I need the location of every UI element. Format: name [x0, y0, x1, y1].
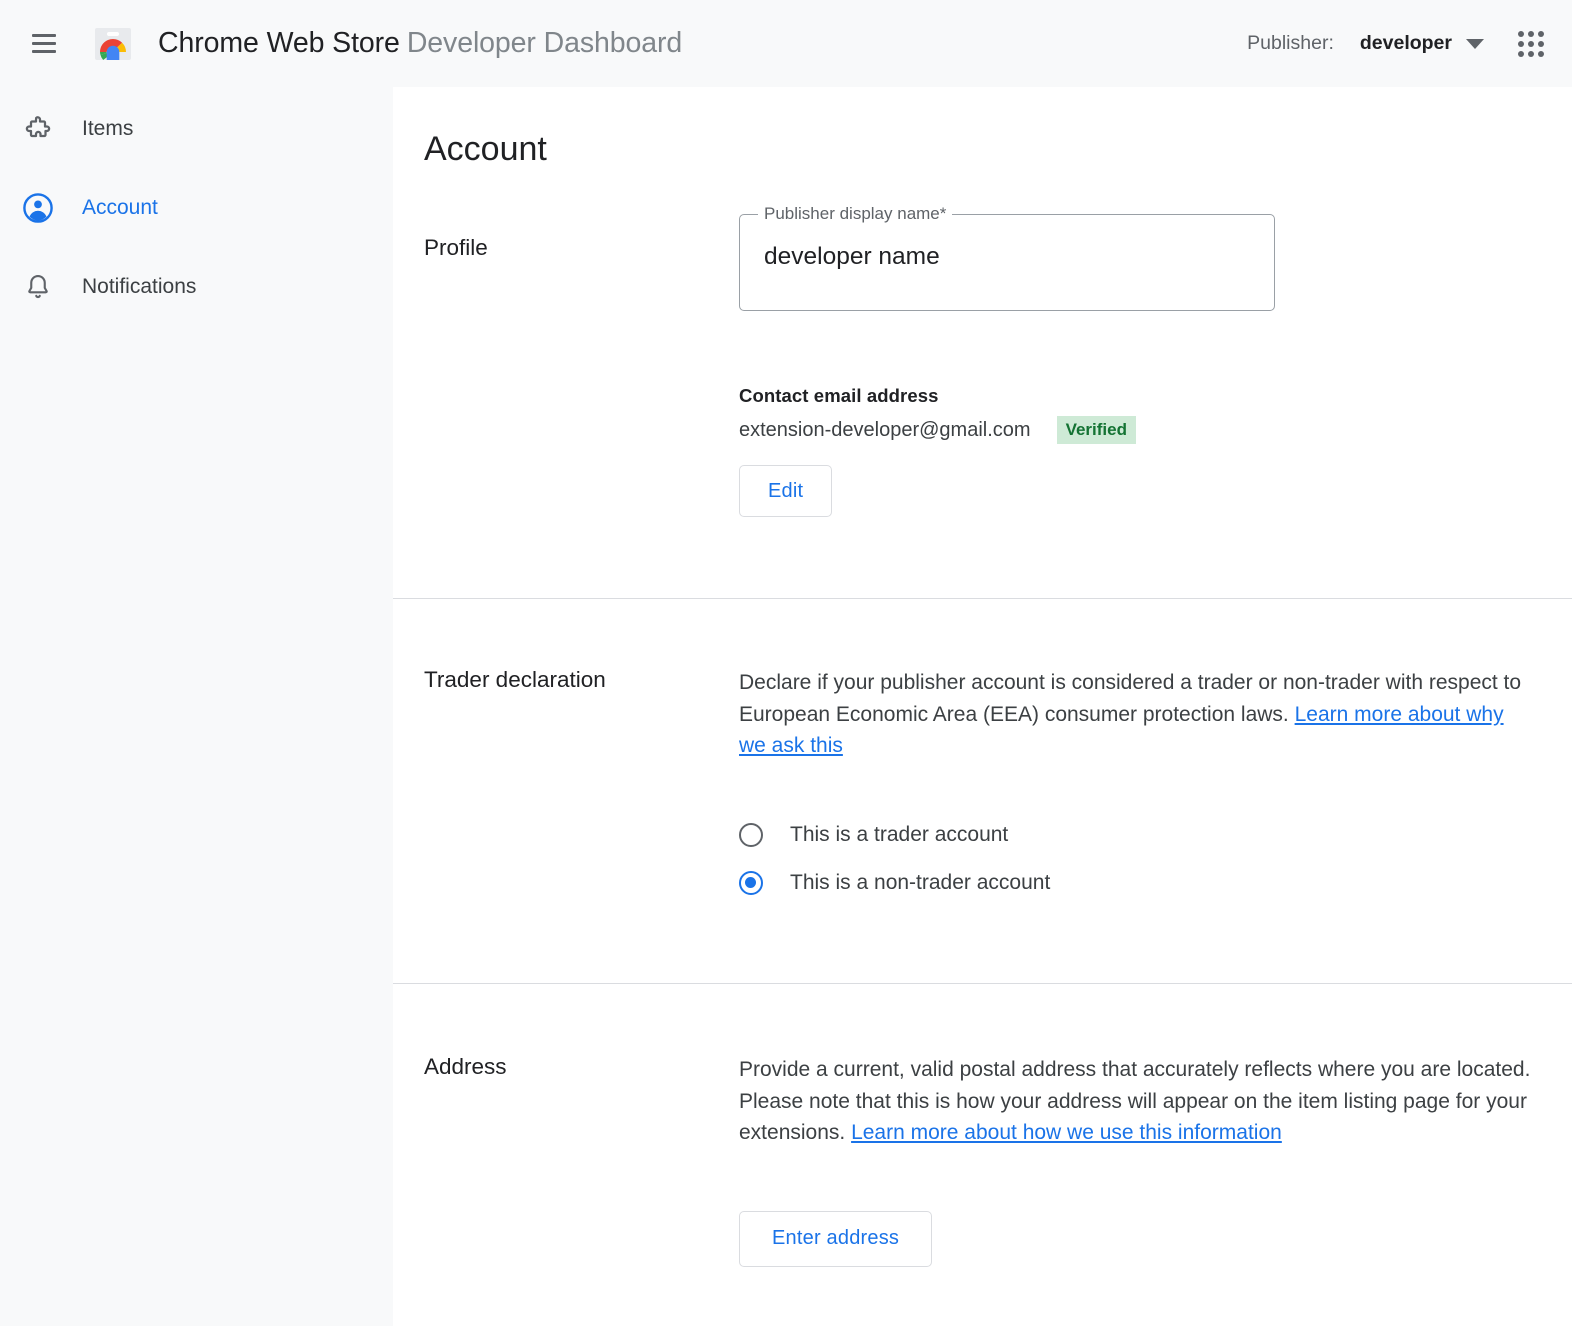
grid-dot	[1538, 51, 1544, 57]
publisher-selector[interactable]: developer	[1360, 32, 1452, 55]
contact-email-row: extension-developer@gmail.com Verified	[739, 416, 1275, 444]
grid-dot	[1538, 31, 1544, 37]
sidebar-item-account[interactable]: Account	[0, 180, 393, 236]
main-content: Account Profile Publisher display name* …	[393, 87, 1572, 1326]
grid-dot	[1538, 41, 1544, 47]
account-circle-icon	[18, 188, 58, 228]
profile-section-body: Publisher display name* Contact email ad…	[739, 214, 1275, 517]
sidebar-nav: Items Account Notifications	[0, 87, 393, 1326]
grid-dot	[1518, 51, 1524, 57]
sidebar-item-label: Notifications	[82, 275, 196, 299]
grid-dot	[1518, 41, 1524, 47]
address-section-label: Address	[424, 1054, 507, 1080]
radio-option-label: This is a trader account	[790, 823, 1008, 847]
brand-primary: Chrome Web Store	[158, 27, 400, 59]
trader-description: Declare if your publisher account is con…	[739, 667, 1529, 762]
radio-unchecked-icon[interactable]	[739, 823, 763, 847]
address-section-body: Provide a current, valid postal address …	[739, 1054, 1551, 1267]
trader-declaration-section: Trader declaration Declare if your publi…	[393, 599, 1572, 983]
hamburger-bar	[32, 34, 56, 37]
publisher-label: Publisher:	[1247, 32, 1334, 55]
puzzle-piece-icon	[18, 109, 58, 149]
grid-dot	[1528, 31, 1534, 37]
bell-icon	[18, 267, 58, 307]
radio-option-non-trader[interactable]: This is a non-trader account	[739, 863, 1529, 904]
contact-email-value: extension-developer@gmail.com	[739, 419, 1031, 442]
sidebar-item-label: Account	[82, 196, 158, 220]
address-section: Address Provide a current, valid postal …	[393, 984, 1572, 1326]
apps-grid-icon[interactable]	[1518, 31, 1544, 57]
radio-checked-icon[interactable]	[739, 871, 763, 895]
hamburger-bar	[32, 50, 56, 53]
profile-section: Profile Publisher display name* Contact …	[393, 87, 1572, 598]
brand-secondary: Developer Dashboard	[407, 27, 682, 59]
contact-email-title: Contact email address	[739, 385, 1275, 407]
publisher-display-name-input[interactable]	[764, 243, 1244, 271]
edit-email-button[interactable]: Edit	[739, 465, 832, 517]
enter-address-button[interactable]: Enter address	[739, 1211, 932, 1267]
publisher-display-name-field[interactable]: Publisher display name*	[739, 214, 1275, 311]
chevron-down-icon[interactable]	[1466, 39, 1484, 49]
address-learn-more-link[interactable]: Learn more about how we use this informa…	[851, 1121, 1282, 1144]
contact-email-block: Contact email address extension-develope…	[739, 385, 1275, 517]
trader-section-label: Trader declaration	[424, 667, 606, 693]
hamburger-menu-icon[interactable]	[32, 34, 56, 53]
sidebar-item-items[interactable]: Items	[0, 101, 393, 157]
grid-dot	[1528, 41, 1534, 47]
sidebar-item-notifications[interactable]: Notifications	[0, 259, 393, 315]
publisher-display-name-label: Publisher display name*	[758, 204, 952, 224]
sidebar-item-label: Items	[82, 117, 133, 141]
radio-option-label: This is a non-trader account	[790, 871, 1050, 895]
grid-dot	[1518, 31, 1524, 37]
app-brand-title: Chrome Web StoreDeveloper Dashboard	[158, 27, 682, 60]
profile-section-label: Profile	[424, 235, 488, 261]
header-right-group: Publisher: developer	[1247, 31, 1544, 57]
hamburger-bar	[32, 42, 56, 45]
app-header: Chrome Web StoreDeveloper Dashboard Publ…	[0, 0, 1572, 87]
address-description: Provide a current, valid postal address …	[739, 1054, 1551, 1149]
trader-section-body: Declare if your publisher account is con…	[739, 667, 1529, 904]
radio-option-trader[interactable]: This is a trader account	[739, 815, 1529, 856]
grid-dot	[1528, 51, 1534, 57]
chrome-web-store-logo[interactable]	[90, 21, 136, 67]
status-badge-verified: Verified	[1057, 416, 1136, 444]
